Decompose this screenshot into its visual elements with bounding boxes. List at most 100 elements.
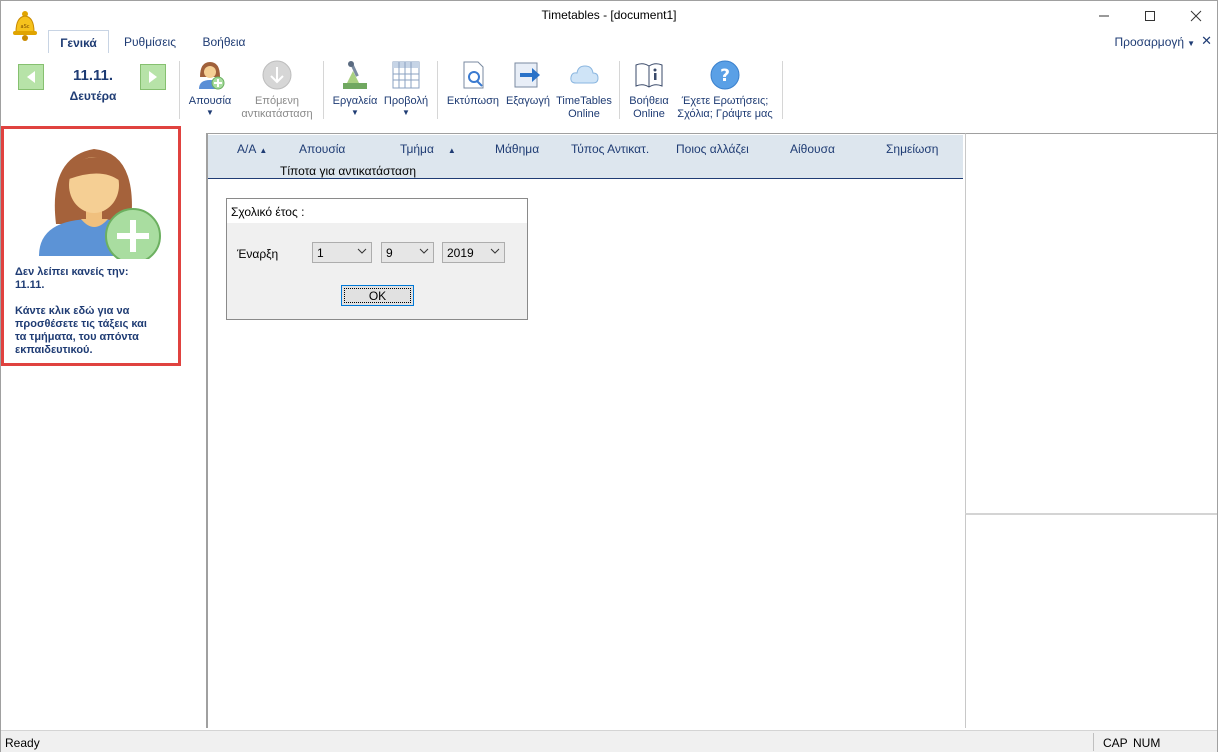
export-button[interactable]: Εξαγωγή — [504, 59, 552, 108]
start-label: Έναρξη — [237, 247, 279, 261]
current-day: Δευτέρα — [69, 89, 117, 103]
tools-label: Εργαλεία — [332, 95, 378, 107]
teacher-avatar-icon — [39, 149, 161, 259]
question-mark-icon: ? — [710, 60, 740, 90]
customize-menu[interactable]: Προσαρμογή ▼ — [1114, 35, 1195, 49]
minimize-icon — [1099, 15, 1109, 17]
print-preview-icon — [463, 61, 484, 89]
hint-line: προσθέσετε τις τάξεις και — [15, 318, 147, 330]
view-button[interactable]: Προβολή ▼ — [381, 59, 431, 117]
print-button[interactable]: Εκτύπωση — [444, 59, 502, 108]
add-absence-panel[interactable]: Δεν λείπει κανείς την: 11.11. Κάντε κλικ… — [1, 126, 181, 366]
day-value: 1 — [317, 246, 324, 260]
tab-settings[interactable]: Ρυθμίσεις — [115, 30, 185, 53]
export-icon — [514, 62, 540, 88]
ribbon-tabs: Γενικά Ρυθμίσεις Βοήθεια Προσαρμογή ▼ ✕ — [1, 29, 1217, 53]
next-day-button[interactable] — [140, 64, 166, 90]
book-info-icon — [635, 63, 663, 88]
column-label: Α/Α — [237, 142, 257, 156]
close-icon — [1190, 10, 1202, 22]
tools-icon — [343, 61, 367, 89]
online-label-2: Online — [568, 108, 600, 120]
add-classes-hint: Κάντε κλικ εδώ για να προσθέσετε τις τάξ… — [15, 305, 175, 357]
ribbon-separator — [782, 61, 783, 119]
status-separator — [1093, 733, 1094, 751]
timetables-online-button[interactable]: TimeTables Online — [554, 59, 614, 121]
year-value: 2019 — [447, 246, 474, 260]
caret-down-icon: ▼ — [206, 108, 214, 117]
title-bar: aSc Timetables - [document1] — [1, 1, 1218, 41]
column-header-index[interactable]: Α/Α ▲ — [237, 142, 267, 156]
year-select[interactable]: 2019 — [442, 242, 505, 263]
ok-button[interactable]: OK — [341, 285, 414, 306]
arrow-right-icon — [149, 71, 157, 83]
absence-button[interactable]: Απουσία ▼ — [185, 59, 235, 117]
school-year-dialog: Σχολικό έτος : Έναρξη 1 9 2019 OK — [226, 198, 528, 320]
no-absence-message: Δεν λείπει κανείς την: 11.11. — [15, 266, 175, 292]
sort-asc-icon: ▲ — [259, 146, 268, 155]
grid-header: Α/Α ▲ Απουσία Τμήμα ▲ Μάθημα Τύπος Αντικατ… — [208, 135, 963, 179]
view-label: Προβολή — [383, 95, 429, 107]
maximize-button[interactable] — [1127, 1, 1173, 31]
help-label-1: Βοήθεια — [629, 95, 669, 107]
ribbon-toolbar: 11.11. Δευτέρα Απουσία ▼ Επόμενη αντικατ… — [1, 53, 1217, 127]
questions-label-2: Σχόλια; Γράψτε μας — [677, 108, 773, 120]
column-header-room[interactable]: Αίθουσα — [790, 142, 835, 156]
column-header-class[interactable]: Τμήμα ▲ — [400, 142, 456, 156]
hint-line: εκπαιδευτικού. — [15, 344, 93, 356]
prev-day-button[interactable] — [18, 64, 44, 90]
right-top-panel — [965, 133, 1217, 513]
tab-general[interactable]: Γενικά — [48, 30, 109, 53]
print-label: Εκτύπωση — [446, 95, 500, 107]
grid-view-icon — [392, 61, 420, 89]
customize-label: Προσαρμογή — [1114, 35, 1185, 49]
online-label-1: TimeTables — [556, 95, 612, 107]
ribbon-separator — [437, 61, 438, 119]
status-text: Ready — [5, 736, 40, 750]
questions-button[interactable]: ? Έχετε Ερωτήσεις; Σχόλια; Γράψτε μας — [673, 59, 777, 121]
empty-grid-message: Τίποτα για αντικατάσταση — [280, 164, 417, 178]
help-online-button[interactable]: Βοήθεια Online — [625, 59, 673, 121]
chevron-down-icon — [490, 248, 500, 254]
column-header-subject[interactable]: Μάθημα — [495, 142, 539, 156]
close-button[interactable] — [1173, 1, 1218, 31]
chevron-down-icon: ▼ — [1187, 39, 1195, 48]
chevron-down-icon — [357, 248, 367, 254]
cloud-icon — [570, 65, 599, 84]
column-header-note[interactable]: Σημείωση — [886, 142, 938, 156]
window-title: Timetables - [document1] — [541, 8, 677, 22]
absence-label: Απουσία — [188, 95, 232, 107]
help-label-2: Online — [633, 108, 665, 120]
svg-text:?: ? — [720, 66, 730, 86]
hint-line: Κάντε κλικ εδώ για να — [15, 305, 130, 317]
status-bar: Ready CAP NUM — [1, 730, 1217, 752]
day-select[interactable]: 1 — [312, 242, 372, 263]
arrow-down-circle-icon — [262, 60, 292, 90]
dialog-title: Σχολικό έτος : — [227, 199, 527, 223]
arrow-left-icon — [27, 71, 35, 83]
column-label: Τμήμα — [400, 142, 434, 156]
tab-help[interactable]: Βοήθεια — [193, 30, 255, 53]
ribbon-separator — [179, 61, 180, 119]
caret-down-icon: ▼ — [402, 108, 410, 117]
minimize-button[interactable] — [1081, 1, 1127, 31]
next-sub-label-2: αντικατάσταση — [241, 108, 313, 120]
hint-line: τα τμήματα, του απόντα — [15, 331, 139, 343]
column-header-absence[interactable]: Απουσία — [299, 142, 345, 156]
sort-asc-icon: ▲ — [447, 146, 456, 155]
column-header-sub-type[interactable]: Τύπος Αντικατ. — [571, 142, 649, 156]
next-sub-label-1: Επόμενη — [255, 95, 299, 107]
month-select[interactable]: 9 — [381, 242, 434, 263]
next-substitution-button[interactable]: Επόμενη αντικατάσταση — [237, 59, 317, 121]
close-ribbon-icon[interactable]: ✕ — [1201, 33, 1212, 49]
questions-label-1: Έχετε Ερωτήσεις; — [681, 95, 769, 107]
chevron-down-icon — [419, 248, 429, 254]
add-teacher-icon — [199, 62, 225, 90]
tools-button[interactable]: Εργαλεία ▼ — [330, 59, 380, 117]
export-label: Εξαγωγή — [505, 95, 551, 107]
num-lock-indicator: NUM — [1133, 736, 1161, 750]
column-header-who-changes[interactable]: Ποιος αλλάζει — [676, 142, 749, 156]
no-absence-date: 11.11. — [15, 279, 45, 291]
app-window: aSc Timetables - [document1] Γενικά Ρυθμ… — [0, 0, 1218, 752]
maximize-icon — [1145, 11, 1155, 21]
